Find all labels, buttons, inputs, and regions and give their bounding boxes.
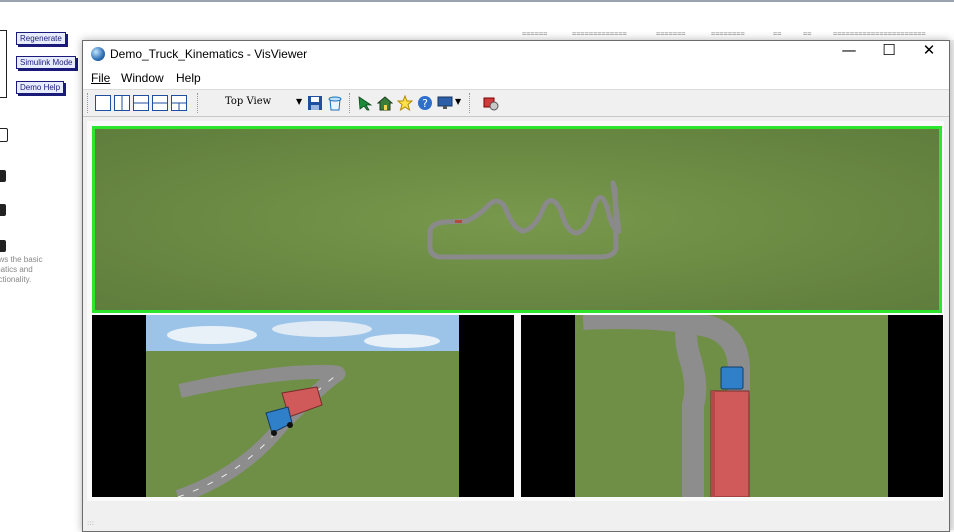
layout-vertical-icon[interactable] bbox=[114, 95, 130, 111]
status-strip-text: ====== bbox=[522, 30, 548, 38]
chevron-down-icon[interactable]: ▼ bbox=[455, 97, 461, 106]
overhead-view-scene bbox=[521, 315, 943, 497]
status-strip-text: ======= bbox=[656, 30, 686, 38]
close-button[interactable]: ✕ bbox=[909, 41, 949, 69]
help-icon[interactable]: ? bbox=[417, 95, 433, 111]
record-icon[interactable] bbox=[483, 95, 499, 111]
simulink-mode-button[interactable]: Simulink Mode bbox=[16, 56, 77, 69]
resize-grip[interactable]: ::: bbox=[87, 519, 94, 527]
menu-window[interactable]: Window bbox=[121, 71, 164, 85]
model-description: ows the basic matics and nctionality. bbox=[0, 255, 43, 284]
menu-help[interactable]: Help bbox=[176, 71, 201, 85]
model-block[interactable] bbox=[0, 128, 8, 142]
status-strip-text: == bbox=[803, 30, 812, 38]
status-strip-text: ======== bbox=[711, 30, 745, 38]
globe-icon bbox=[91, 47, 105, 61]
toolbar: Top View ▼ ? ▼ bbox=[83, 89, 949, 117]
monitor-icon[interactable] bbox=[437, 95, 453, 111]
toolbar-separator bbox=[349, 93, 351, 113]
layout-single-icon[interactable] bbox=[95, 95, 111, 111]
view-select[interactable]: Top View bbox=[225, 96, 271, 107]
window-top-border bbox=[0, 0, 954, 2]
pick-icon[interactable] bbox=[357, 95, 373, 111]
visviewer-window: Demo_Truck_Kinematics - VisViewer — ☐ ✕ … bbox=[82, 40, 950, 532]
layout-three-icon[interactable] bbox=[152, 95, 168, 111]
viewport-area bbox=[87, 121, 944, 501]
chase-view-scene bbox=[92, 315, 514, 497]
menu-bar: File Window Help bbox=[83, 69, 949, 89]
toolbar-grip bbox=[87, 93, 89, 113]
viewport-chase-view[interactable] bbox=[92, 315, 514, 497]
favorite-icon[interactable] bbox=[397, 95, 413, 111]
status-strip-text: ============= bbox=[572, 30, 627, 38]
toolbar-separator bbox=[469, 93, 471, 113]
layout-quad-icon[interactable] bbox=[171, 95, 187, 111]
save-icon[interactable] bbox=[307, 95, 323, 111]
window-title: Demo_Truck_Kinematics - VisViewer bbox=[110, 47, 308, 61]
model-block[interactable] bbox=[0, 204, 6, 216]
home-icon[interactable] bbox=[377, 95, 393, 111]
status-strip-text: ====================== bbox=[833, 30, 926, 38]
demo-help-button[interactable]: Demo Help bbox=[16, 81, 65, 94]
title-bar[interactable]: Demo_Truck_Kinematics - VisViewer — ☐ ✕ bbox=[83, 41, 949, 69]
chevron-down-icon[interactable]: ▼ bbox=[296, 97, 302, 106]
menu-file[interactable]: File bbox=[91, 71, 110, 85]
maximize-button[interactable]: ☐ bbox=[869, 41, 909, 69]
subsystem-frame bbox=[0, 30, 7, 98]
delete-icon[interactable] bbox=[327, 95, 343, 111]
model-block[interactable] bbox=[0, 170, 6, 182]
toolbar-separator bbox=[197, 93, 199, 113]
truck-marker bbox=[455, 220, 462, 223]
top-view-scene bbox=[95, 129, 939, 310]
viewport-top-view[interactable] bbox=[92, 126, 942, 313]
status-bar: ::: bbox=[83, 509, 949, 531]
model-block[interactable] bbox=[0, 240, 6, 252]
minimize-button[interactable]: — bbox=[829, 41, 869, 69]
regenerate-button[interactable]: Regenerate bbox=[16, 32, 66, 45]
viewport-overhead-view[interactable] bbox=[521, 315, 943, 497]
layout-horizontal-icon[interactable] bbox=[133, 95, 149, 111]
status-strip-text: == bbox=[773, 30, 782, 38]
svg-text:?: ? bbox=[422, 97, 428, 110]
